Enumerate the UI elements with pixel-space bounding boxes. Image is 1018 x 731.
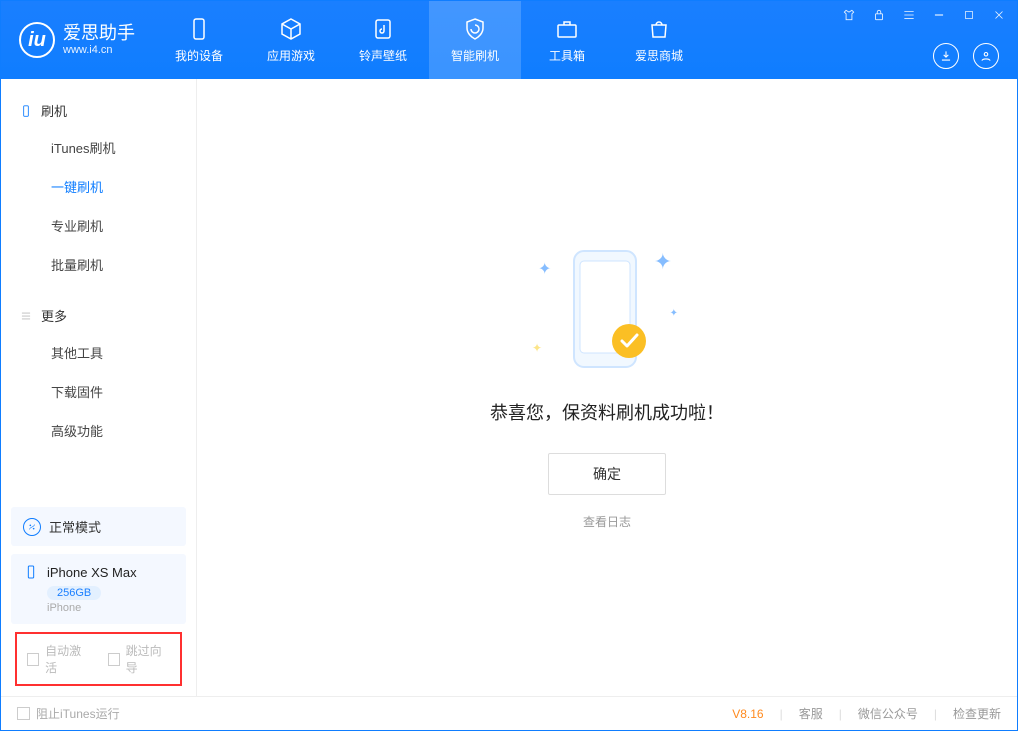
version-label: V8.16: [732, 707, 763, 721]
sidebar: 刷机 iTunes刷机 一键刷机 专业刷机 批量刷机 更多 其他工具 下载固件 …: [1, 79, 197, 696]
tab-label: 我的设备: [175, 47, 223, 64]
briefcase-icon: [555, 17, 579, 41]
footer-right: V8.16 | 客服 | 微信公众号 | 检查更新: [732, 705, 1001, 722]
footer-link-update[interactable]: 检查更新: [953, 705, 1001, 722]
divider: |: [780, 707, 783, 721]
sidebar-bottom: 正常模式 iPhone XS Max 256GB iPhone 自动激活 跳过向…: [1, 507, 196, 696]
highlighted-checkbox-row: 自动激活 跳过向导: [15, 632, 182, 686]
checkbox-box-icon: [27, 653, 39, 666]
success-message: 恭喜您，保资料刷机成功啦！: [490, 399, 724, 425]
shopping-bag-icon: [647, 17, 671, 41]
sparkle-icon: ✦: [670, 308, 678, 319]
close-button[interactable]: [991, 7, 1007, 23]
footer-link-service[interactable]: 客服: [799, 705, 823, 722]
list-icon: [19, 309, 33, 323]
phone-small-icon: [23, 564, 39, 580]
footer-link-wechat[interactable]: 微信公众号: [858, 705, 918, 722]
checkbox-box-icon: [17, 707, 30, 720]
footer-block-itunes[interactable]: 阻止iTunes运行: [17, 705, 120, 722]
device-mode-box[interactable]: 正常模式: [11, 507, 186, 546]
sidebar-section-flash: 刷机: [1, 93, 196, 128]
minimize-button[interactable]: [931, 7, 947, 23]
sparkle-icon: ✦: [538, 259, 551, 279]
section-title: 刷机: [41, 101, 67, 120]
maximize-button[interactable]: [961, 7, 977, 23]
view-log-link[interactable]: 查看日志: [583, 513, 631, 530]
divider: |: [934, 707, 937, 721]
tab-toolbox[interactable]: 工具箱: [521, 1, 613, 79]
success-illustration: ✦ ✦ ✦ ✦: [552, 245, 662, 375]
sidebar-section-more: 更多: [1, 298, 196, 333]
window-controls: [841, 7, 1007, 23]
checkbox-box-icon: [108, 653, 120, 666]
checkbox-label: 跳过向导: [126, 642, 170, 676]
shirt-icon[interactable]: [841, 7, 857, 23]
sidebar-item-oneclick-flash[interactable]: 一键刷机: [1, 167, 196, 206]
device-capacity: 256GB: [47, 586, 101, 600]
header-action-icons: [933, 43, 999, 69]
app-name: 爱思助手: [63, 24, 135, 44]
device-name: iPhone XS Max: [47, 565, 137, 580]
tab-label: 爱思商城: [635, 47, 683, 64]
tab-label: 铃声壁纸: [359, 47, 407, 64]
download-button[interactable]: [933, 43, 959, 69]
device-icon: [19, 104, 33, 118]
main-content: ✦ ✦ ✦ ✦ 恭喜您，保资料刷机成功啦！ 确定 查看日志: [197, 79, 1017, 696]
sidebar-item-itunes-flash[interactable]: iTunes刷机: [1, 128, 196, 167]
sidebar-item-other-tools[interactable]: 其他工具: [1, 333, 196, 372]
app-url: www.i4.cn: [63, 44, 135, 56]
tab-label: 应用游戏: [267, 47, 315, 64]
sidebar-item-batch-flash[interactable]: 批量刷机: [1, 245, 196, 284]
checkbox-auto-activate[interactable]: 自动激活: [27, 642, 90, 676]
tab-store[interactable]: 爱思商城: [613, 1, 705, 79]
device-type: iPhone: [47, 602, 174, 614]
confirm-button[interactable]: 确定: [548, 453, 666, 495]
nav-tabs: 我的设备 应用游戏 铃声壁纸 智能刷机 工具箱 爱思商城: [153, 1, 705, 79]
logo-area: iu 爱思助手 www.i4.cn: [1, 1, 153, 79]
sparkle-icon: ✦: [654, 249, 672, 275]
mode-icon: [23, 518, 41, 536]
tab-apps-games[interactable]: 应用游戏: [245, 1, 337, 79]
tab-smart-flash[interactable]: 智能刷机: [429, 1, 521, 79]
app-body: 刷机 iTunes刷机 一键刷机 专业刷机 批量刷机 更多 其他工具 下载固件 …: [1, 79, 1017, 696]
profile-button[interactable]: [973, 43, 999, 69]
shield-sync-icon: [463, 17, 487, 41]
tab-my-device[interactable]: 我的设备: [153, 1, 245, 79]
tab-ringtones-wallpapers[interactable]: 铃声壁纸: [337, 1, 429, 79]
sidebar-item-pro-flash[interactable]: 专业刷机: [1, 206, 196, 245]
phone-check-icon: [552, 245, 662, 375]
cube-icon: [279, 17, 303, 41]
tab-label: 智能刷机: [451, 47, 499, 64]
checkbox-skip-guide[interactable]: 跳过向导: [108, 642, 171, 676]
title-bar: iu 爱思助手 www.i4.cn 我的设备 应用游戏 铃声壁纸 智能刷机 工具…: [1, 1, 1017, 79]
sparkle-icon: ✦: [532, 341, 542, 355]
divider: |: [839, 707, 842, 721]
footer-block-itunes-label: 阻止iTunes运行: [36, 705, 120, 722]
music-file-icon: [371, 17, 395, 41]
lock-icon[interactable]: [871, 7, 887, 23]
sidebar-item-advanced[interactable]: 高级功能: [1, 411, 196, 450]
app-logo-text: 爱思助手 www.i4.cn: [63, 24, 135, 56]
status-bar: 阻止iTunes运行 V8.16 | 客服 | 微信公众号 | 检查更新: [1, 696, 1017, 730]
tab-label: 工具箱: [549, 47, 585, 64]
section-title: 更多: [41, 306, 67, 325]
sidebar-item-download-firmware[interactable]: 下载固件: [1, 372, 196, 411]
mode-label: 正常模式: [49, 517, 101, 536]
device-info-box[interactable]: iPhone XS Max 256GB iPhone: [11, 554, 186, 624]
app-logo-icon: iu: [19, 22, 55, 58]
checkbox-label: 自动激活: [45, 642, 89, 676]
phone-icon: [187, 17, 211, 41]
menu-icon[interactable]: [901, 7, 917, 23]
